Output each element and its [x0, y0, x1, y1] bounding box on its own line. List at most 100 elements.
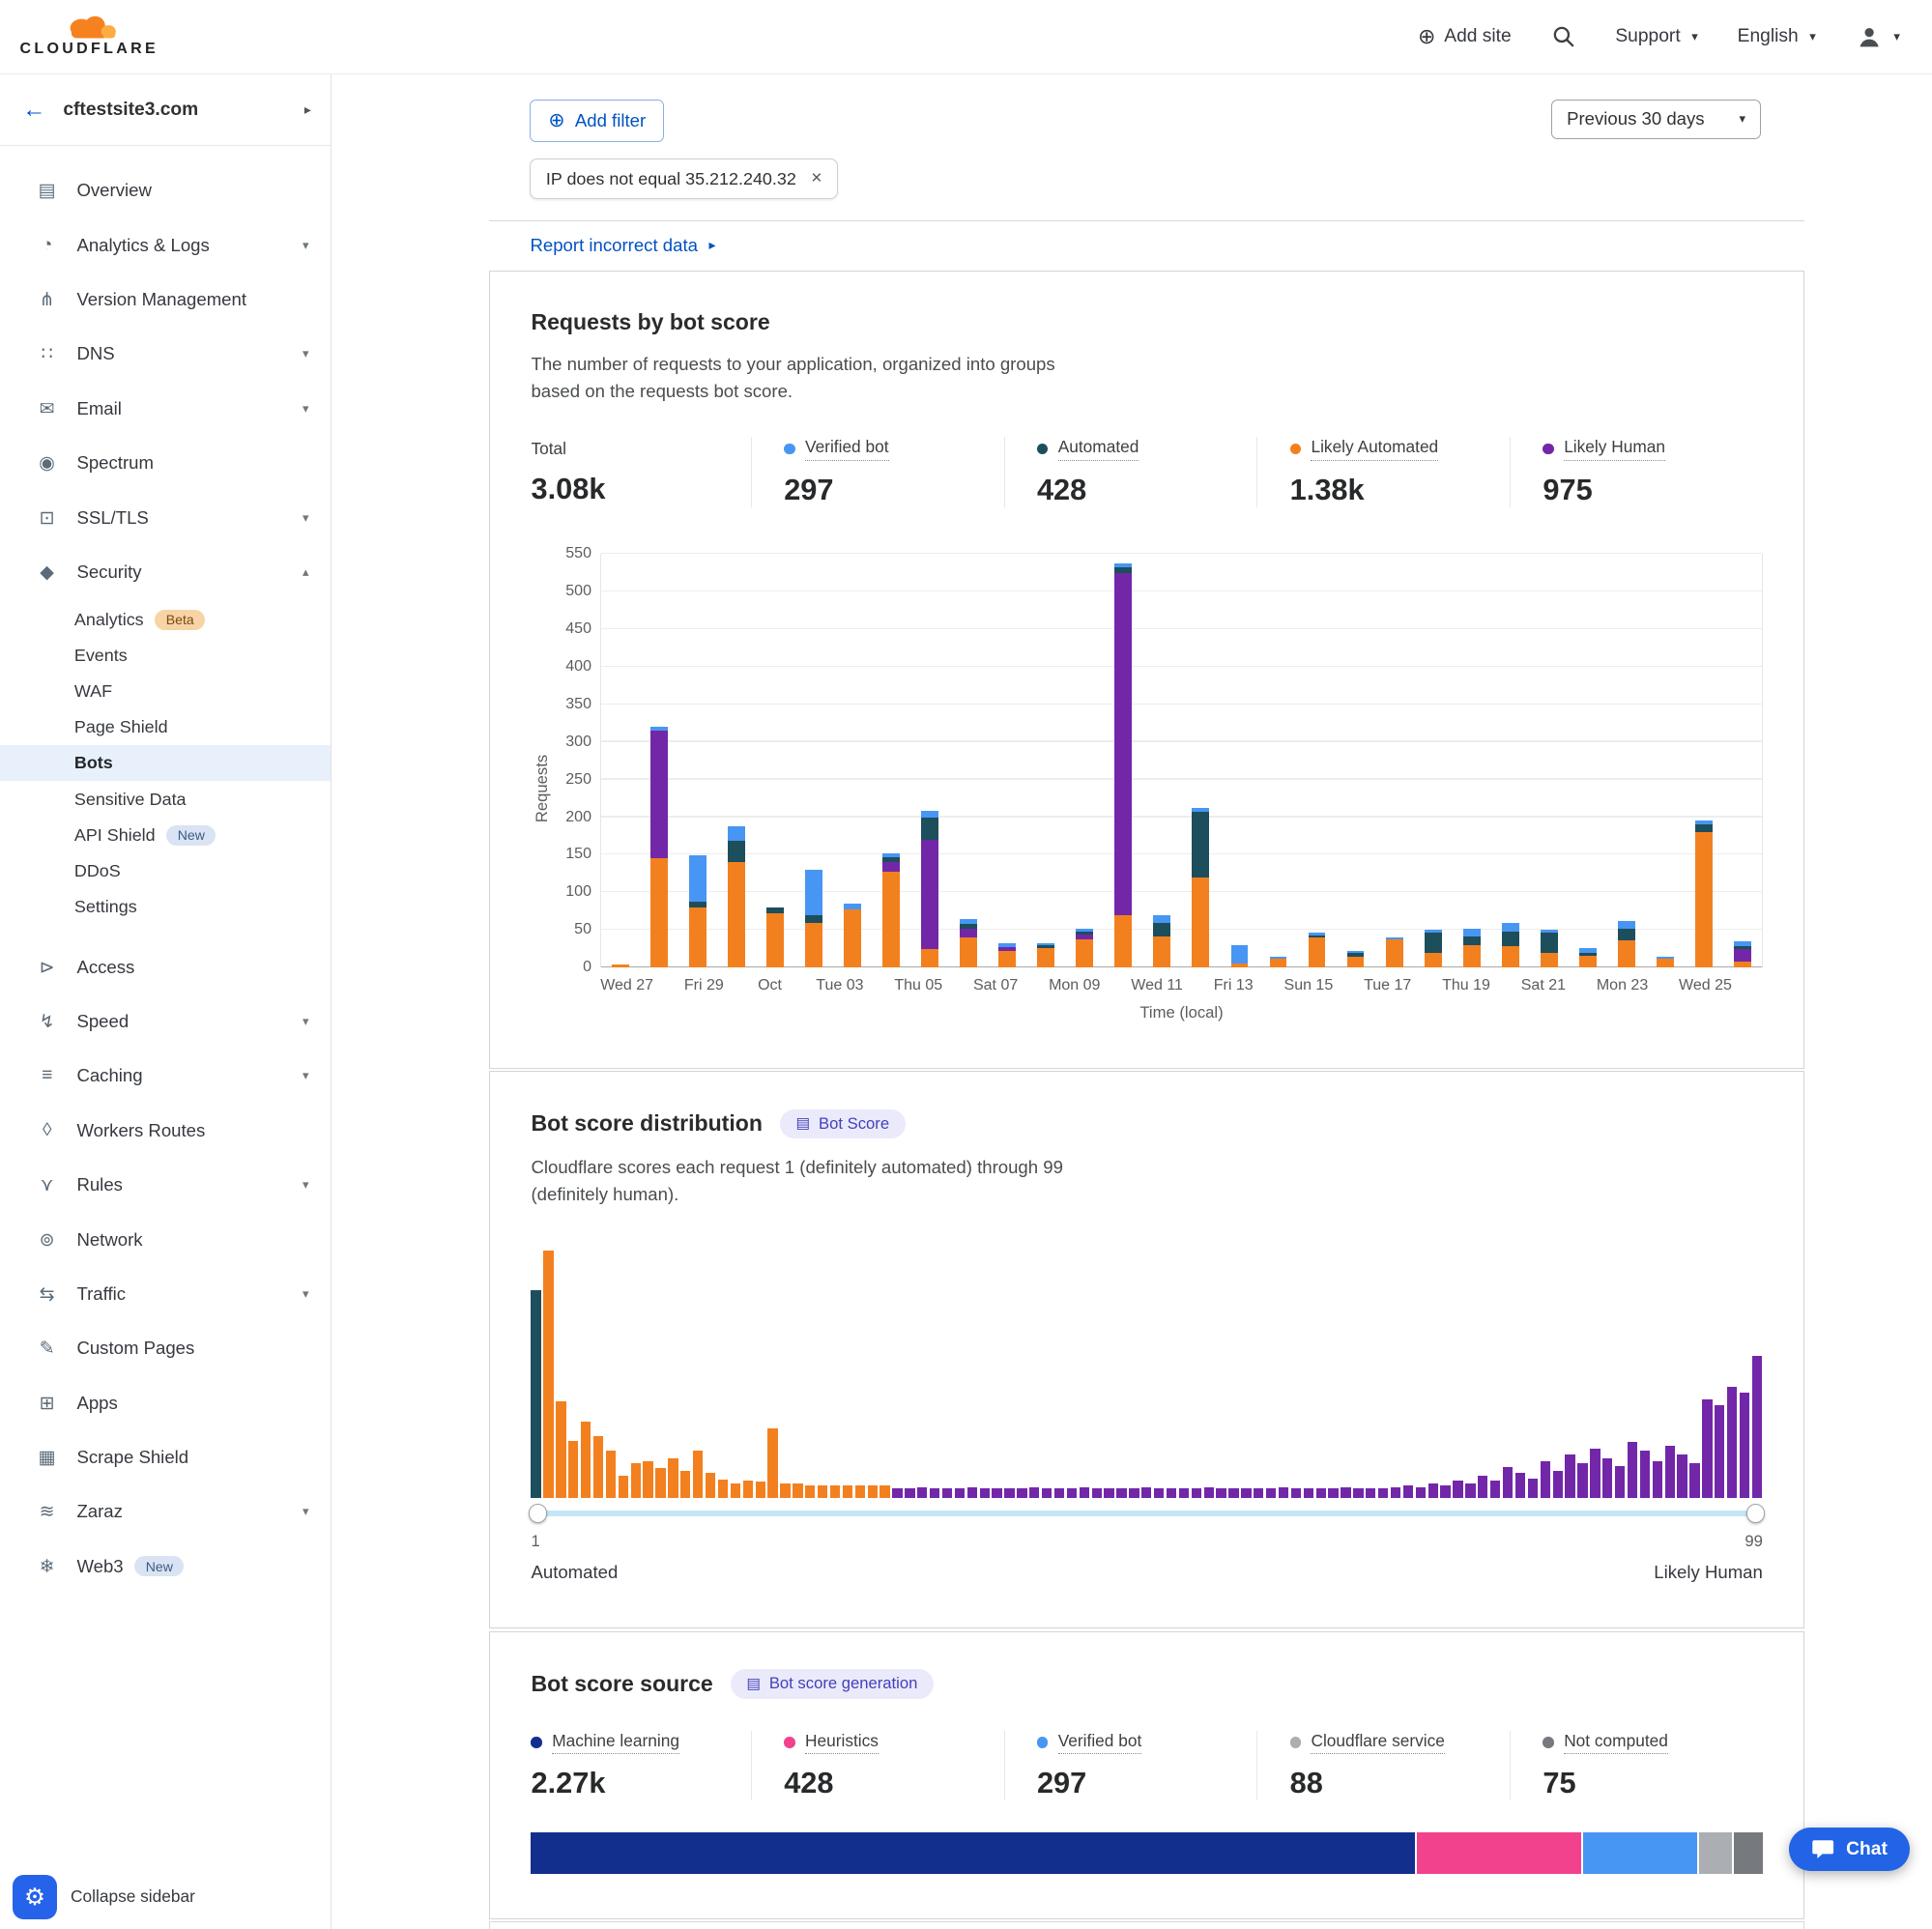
- sidebar-item-analytics-logs[interactable]: ◔Analytics & Logs▾: [0, 218, 331, 273]
- histogram-bar: [1116, 1488, 1126, 1498]
- sidebar-item-rules[interactable]: ⋎Rules▾: [0, 1158, 331, 1212]
- stacked-bar: [1502, 923, 1519, 968]
- stat-not-computed: Not computed75: [1510, 1731, 1763, 1800]
- sidebar-item-page-shield[interactable]: Page Shield: [0, 709, 331, 745]
- search-button[interactable]: [1551, 24, 1576, 49]
- x-tick-label: [1411, 977, 1442, 994]
- bar-segment-verified-bot: [805, 870, 822, 915]
- sidebar-item-analytics[interactable]: AnalyticsBeta: [0, 602, 331, 638]
- add-site-button[interactable]: ⊕ Add site: [1418, 24, 1512, 49]
- sidebar-item-api-shield[interactable]: API ShieldNew: [0, 818, 331, 853]
- stat-value: 2.27k: [531, 1766, 750, 1800]
- slider-captions: Automated Likely Human: [531, 1562, 1762, 1583]
- sidebar-item-caching[interactable]: ≡Caching▾: [0, 1049, 331, 1103]
- close-icon[interactable]: ×: [811, 168, 822, 189]
- date-range-select[interactable]: Previous 30 days ▾: [1551, 100, 1762, 140]
- sidebar-subitem-label: WAF: [74, 681, 112, 702]
- x-tick-label: Oct: [755, 977, 786, 994]
- site-expand-chevron-icon[interactable]: ▸: [304, 101, 311, 118]
- sidebar-item-workers-routes[interactable]: ◊Workers Routes: [0, 1104, 331, 1158]
- bot-score-badge[interactable]: ▤ Bot Score: [780, 1109, 906, 1138]
- support-menu[interactable]: Support ▾: [1615, 26, 1697, 47]
- bar-group: [1569, 554, 1607, 967]
- bar-group: [1065, 554, 1104, 967]
- bar-segment-likely-automated: [1037, 948, 1054, 967]
- sidebar-item-overview[interactable]: ▤Overview: [0, 163, 331, 217]
- histogram-bar: [1228, 1488, 1238, 1498]
- sidebar-item-apps[interactable]: ⊞Apps: [0, 1375, 331, 1429]
- sidebar-item-events[interactable]: Events: [0, 638, 331, 674]
- chat-button[interactable]: Chat: [1789, 1828, 1910, 1871]
- bar-segment-automated: [1192, 812, 1209, 878]
- back-arrow-icon[interactable]: ←: [22, 97, 45, 124]
- histogram-bar: [1490, 1481, 1500, 1498]
- sidebar-item-bots[interactable]: Bots: [0, 745, 331, 781]
- stat-label-text: Cloudflare service: [1311, 1731, 1444, 1755]
- sidebar-item-traffic[interactable]: ⇆Traffic▾: [0, 1267, 331, 1321]
- x-tick-label: Wed 27: [600, 977, 653, 994]
- account-menu[interactable]: ▾: [1856, 23, 1900, 50]
- bar-segment-likely-automated: [921, 949, 938, 967]
- x-tick-label: [864, 977, 895, 994]
- sidebar-item-security[interactable]: ◆Security▴: [0, 545, 331, 599]
- bot-score-generation-badge[interactable]: ▤ Bot score generation: [731, 1669, 934, 1698]
- filter-chip[interactable]: IP does not equal 35.212.240.32 ×: [530, 158, 837, 199]
- stacked-bar: [1231, 945, 1249, 967]
- bar-segment-automated: [921, 818, 938, 840]
- bar-segment-automated: [1695, 824, 1713, 832]
- histogram-bar: [1565, 1454, 1574, 1498]
- histogram-bar: [1080, 1487, 1089, 1499]
- histogram-bar: [1353, 1488, 1363, 1498]
- sidebar-item-version-management[interactable]: ⋔Version Management: [0, 273, 331, 327]
- stat-value: 428: [1037, 473, 1256, 507]
- bar-group: [988, 554, 1026, 967]
- sidebar-item-dns[interactable]: ∷DNS▾: [0, 327, 331, 381]
- histogram-bar: [543, 1251, 553, 1498]
- likely-human-caption: Likely Human: [1654, 1562, 1763, 1583]
- stacked-bar: [1347, 951, 1365, 967]
- add-filter-button[interactable]: ⊕ Add filter: [530, 100, 664, 143]
- histogram-bar: [1465, 1483, 1475, 1498]
- report-incorrect-data-link[interactable]: Report incorrect data: [530, 235, 697, 256]
- add-filter-label: Add filter: [575, 110, 646, 131]
- sidebar-item-scrape-shield[interactable]: ▦Scrape Shield: [0, 1430, 331, 1484]
- chevron-down-icon: ▾: [1739, 111, 1745, 127]
- sidebar-subitem-label: Settings: [74, 897, 137, 917]
- legend-dot: [784, 1737, 795, 1748]
- bar-segment-likely-automated: [728, 862, 745, 967]
- sidebar-item-ssl-tls[interactable]: ⊡SSL/TLS▾: [0, 490, 331, 544]
- histogram-bar: [1416, 1487, 1426, 1499]
- automated-caption: Automated: [531, 1562, 618, 1583]
- sidebar-item-waf[interactable]: WAF: [0, 674, 331, 709]
- sidebar-item-spectrum[interactable]: ◉Spectrum: [0, 436, 331, 490]
- sidebar-item-speed[interactable]: ↯Speed▾: [0, 994, 331, 1049]
- slider-handle-min[interactable]: [529, 1504, 547, 1522]
- histogram-bar: [1541, 1461, 1550, 1498]
- sidebar-item-settings[interactable]: Settings: [0, 889, 331, 925]
- bar-segment-likely-automated: [650, 858, 668, 967]
- cloudflare-logo[interactable]: CLOUDFLARE: [20, 14, 159, 58]
- sidebar-item-custom-pages[interactable]: ✎Custom Pages: [0, 1321, 331, 1375]
- bar-group: [601, 554, 640, 967]
- sidebar-item-sensitive-data[interactable]: Sensitive Data: [0, 781, 331, 817]
- gear-icon[interactable]: ⚙: [13, 1875, 57, 1919]
- histogram-bar: [1141, 1487, 1151, 1499]
- y-tick-label: 250: [565, 771, 591, 789]
- slider-handle-max[interactable]: [1746, 1504, 1765, 1522]
- collapse-sidebar-button[interactable]: ⚙ Collapse sidebar: [13, 1875, 195, 1919]
- histogram-bar: [631, 1463, 641, 1498]
- sidebar-item-ddos[interactable]: DDoS: [0, 853, 331, 889]
- histogram-bar: [693, 1451, 703, 1498]
- sidebar-item-web3[interactable]: ❄Web3New: [0, 1540, 331, 1594]
- sidebar-item-access[interactable]: ⊳Access: [0, 939, 331, 993]
- sidebar-item-email[interactable]: ✉Email▾: [0, 382, 331, 436]
- y-tick-label: 450: [565, 620, 591, 638]
- sidebar-item-network[interactable]: ⊚Network: [0, 1212, 331, 1266]
- book-icon: ▤: [796, 1114, 811, 1133]
- top-right-menu: ⊕ Add site Support ▾ English ▾: [1418, 23, 1900, 50]
- language-menu[interactable]: English ▾: [1738, 26, 1816, 47]
- sidebar-item-zaraz[interactable]: ≋Zaraz▾: [0, 1484, 331, 1539]
- sidebar-item-label: Scrape Shield: [76, 1447, 188, 1468]
- bar-segment-automated: [1463, 936, 1481, 945]
- slider-track[interactable]: [531, 1511, 1762, 1516]
